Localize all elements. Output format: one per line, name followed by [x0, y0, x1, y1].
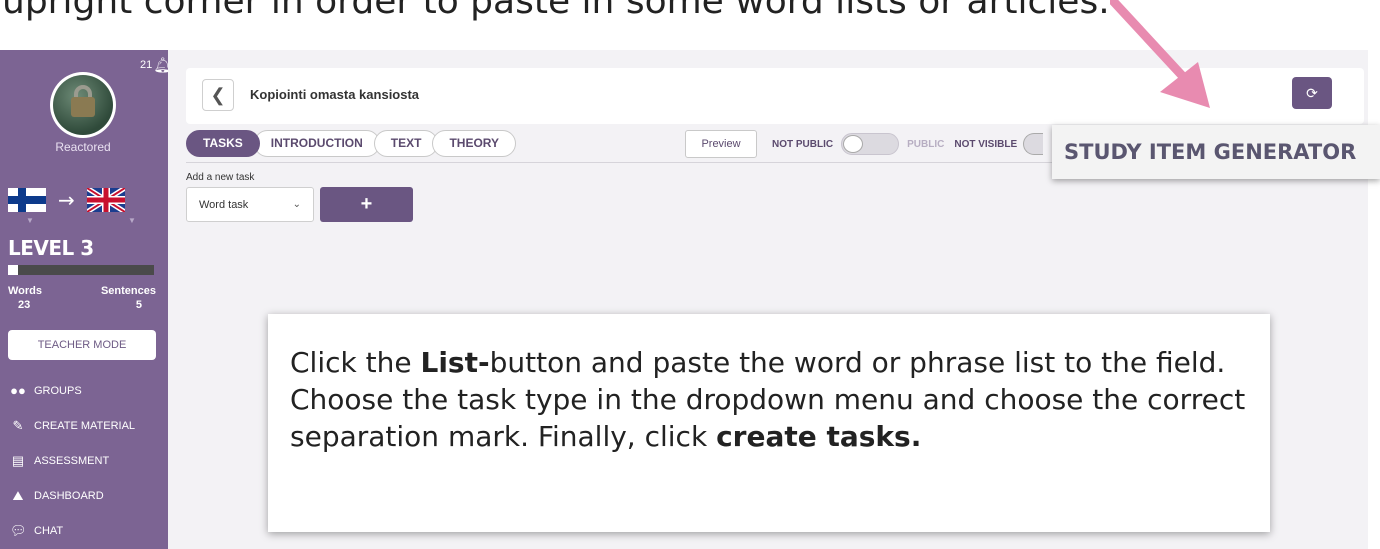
arrow-right-icon: → [58, 188, 75, 212]
caret-down-icon[interactable]: ▼ [26, 216, 34, 225]
public-label: PUBLIC [907, 138, 945, 150]
sidebar-item-dashboard[interactable]: ⛰ DASHBOARD [10, 478, 166, 513]
instruction-box: Click the List-button and paste the word… [268, 314, 1270, 532]
words-value: 23 [18, 299, 31, 311]
uk-flag-icon[interactable] [86, 188, 125, 212]
level-progress-bar [8, 265, 154, 275]
sidebar-nav: ●● GROUPS ✎ CREATE MATERIAL ▤ ASSESSMENT… [10, 373, 166, 548]
sidebar-item-create-material[interactable]: ✎ CREATE MATERIAL [10, 408, 166, 443]
study-item-generator-button[interactable]: ⟳ [1292, 77, 1332, 109]
level-progress-fill [8, 265, 19, 275]
notification-count: 21 [140, 59, 153, 71]
groups-icon: ●● [10, 383, 26, 398]
refresh-icon: ⟳ [1306, 84, 1318, 101]
tab-bar: TASKS INTRODUCTION TEXT THEORY [186, 130, 517, 158]
visibility-controls: NOT PUBLIC PUBLIC NOT VISIBLE [772, 130, 1044, 158]
task-type-value: Word task [199, 198, 249, 211]
study-item-generator-callout: STUDY ITEM GENERATOR [1052, 125, 1380, 179]
sidebar: 21 🔔︎ Reactored → ▼ ▼ LEVEL 3 Words Sent… [0, 50, 168, 549]
pencil-icon: ✎ [12, 417, 24, 433]
not-visible-label: NOT VISIBLE [954, 138, 1018, 150]
tab-tasks[interactable]: TASKS [186, 130, 260, 157]
task-type-select[interactable]: Word task ⌄ [186, 187, 314, 222]
preview-button[interactable]: Preview [685, 130, 757, 158]
add-task-button[interactable]: + [320, 187, 413, 222]
avatar[interactable] [50, 72, 116, 138]
bell-icon[interactable]: 🔔︎ [153, 56, 168, 74]
tab-text[interactable]: TEXT [373, 130, 439, 157]
sentences-label: Sentences [100, 285, 156, 297]
page-title: Kopiointi omasta kansiosta [250, 87, 420, 102]
assessment-icon: ▤ [11, 452, 25, 468]
notifications[interactable]: 21 🔔︎ [140, 56, 168, 74]
chevron-left-icon: ❮ [210, 84, 226, 105]
sidebar-item-label: DASHBOARD [34, 489, 104, 502]
sidebar-item-groups[interactable]: ●● GROUPS [10, 373, 166, 408]
stats: Words Sentences 23 5 [8, 285, 156, 311]
create-tasks-emphasis: create tasks. [716, 420, 922, 453]
language-pair[interactable]: → [8, 188, 125, 212]
tab-introduction[interactable]: INTRODUCTION [253, 130, 380, 157]
tab-theory[interactable]: THEORY [432, 130, 517, 157]
instruction-text: Click the [290, 346, 421, 379]
chevron-down-icon: ⌄ [292, 199, 301, 210]
visible-toggle[interactable] [1023, 133, 1044, 155]
sidebar-item-label: CREATE MATERIAL [34, 419, 136, 432]
username: Reactored [55, 140, 111, 154]
public-toggle[interactable] [841, 133, 900, 155]
list-button-emphasis: List- [420, 346, 490, 379]
not-public-label: NOT PUBLIC [772, 138, 834, 150]
sidebar-item-label: ASSESSMENT [34, 454, 110, 467]
divider [186, 162, 1066, 163]
back-button[interactable]: ❮ [202, 79, 234, 111]
pink-arrow-annotation [1110, 0, 1210, 108]
sidebar-item-chat[interactable]: 💬︎ CHAT [10, 513, 166, 548]
words-label: Words [8, 285, 43, 297]
caret-down-icon[interactable]: ▼ [128, 216, 136, 225]
sidebar-item-label: GROUPS [34, 384, 82, 397]
chat-icon: 💬︎ [10, 522, 27, 538]
chart-icon: ⛰ [12, 487, 24, 503]
finnish-flag-icon[interactable] [8, 188, 46, 212]
sidebar-item-label: CHAT [34, 524, 64, 537]
sentences-value: 5 [135, 299, 142, 311]
add-task-label: Add a new task [186, 172, 255, 183]
teacher-mode-button[interactable]: TEACHER MODE [8, 330, 156, 360]
level-label: LEVEL 3 [8, 236, 94, 260]
sidebar-item-assessment[interactable]: ▤ ASSESSMENT [10, 443, 166, 478]
